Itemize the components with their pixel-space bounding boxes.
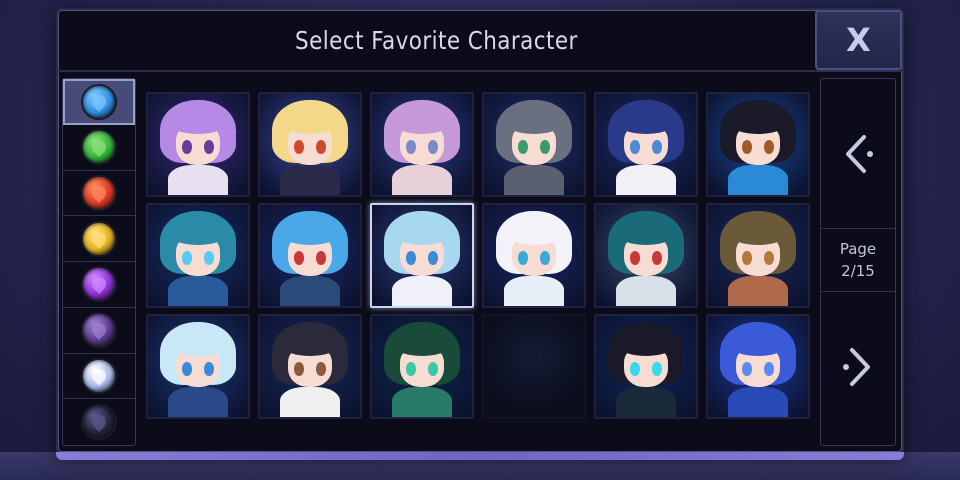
character-portrait[interactable] bbox=[594, 314, 698, 419]
element-tab-fire[interactable] bbox=[63, 171, 135, 217]
element-tab-arcane[interactable] bbox=[63, 262, 135, 308]
character-portrait[interactable] bbox=[146, 314, 250, 419]
character-portrait[interactable] bbox=[258, 203, 362, 308]
character-portrait[interactable] bbox=[370, 314, 474, 419]
element-tab-void[interactable] bbox=[63, 399, 135, 445]
page-number: 2/15 bbox=[841, 262, 875, 280]
nature-element-icon bbox=[81, 129, 117, 166]
next-page-button[interactable] bbox=[821, 291, 895, 441]
element-tab-spirit[interactable] bbox=[63, 354, 135, 400]
element-tab-light[interactable] bbox=[63, 216, 135, 263]
character-portrait[interactable] bbox=[258, 314, 362, 419]
character-portrait[interactable] bbox=[594, 92, 698, 197]
dialog-title: Select Favorite Character bbox=[294, 25, 578, 55]
arcane-element-icon bbox=[81, 266, 117, 303]
fire-element-icon bbox=[81, 174, 117, 211]
character-portrait[interactable] bbox=[594, 203, 698, 308]
dialog-header: Select Favorite Character bbox=[58, 10, 814, 70]
character-portrait[interactable] bbox=[706, 92, 810, 197]
dialog-bottom-accent bbox=[56, 452, 904, 460]
element-tab-shadow[interactable] bbox=[63, 308, 135, 354]
chevron-left-icon bbox=[846, 134, 873, 173]
water-element-icon bbox=[81, 83, 117, 120]
character-portrait[interactable] bbox=[706, 314, 810, 419]
close-button[interactable]: X bbox=[815, 10, 902, 70]
page-navigation: Page 2/15 bbox=[820, 78, 896, 446]
select-character-dialog: Select Favorite Character X Page 2/15 bbox=[56, 8, 904, 454]
close-icon: X bbox=[846, 21, 871, 59]
element-filter-tabs bbox=[62, 78, 136, 446]
character-grid bbox=[146, 92, 812, 422]
void-element-icon bbox=[81, 404, 117, 441]
element-tab-water[interactable] bbox=[63, 79, 135, 125]
character-portrait[interactable] bbox=[146, 92, 250, 197]
character-portrait[interactable] bbox=[370, 203, 474, 308]
character-portrait[interactable] bbox=[370, 92, 474, 197]
light-element-icon bbox=[81, 220, 117, 257]
header-divider bbox=[58, 70, 902, 72]
character-portrait[interactable] bbox=[258, 92, 362, 197]
character-portrait[interactable] bbox=[146, 203, 250, 308]
character-portrait[interactable] bbox=[482, 92, 586, 197]
shadow-element-icon bbox=[81, 312, 117, 349]
character-portrait[interactable] bbox=[706, 203, 810, 308]
character-portrait[interactable] bbox=[482, 203, 586, 308]
element-tab-nature[interactable] bbox=[63, 125, 135, 171]
empty-character-slot bbox=[482, 314, 586, 419]
page-indicator: Page 2/15 bbox=[821, 229, 895, 291]
chevron-right-icon bbox=[843, 347, 870, 386]
page-label: Page bbox=[839, 240, 877, 258]
spirit-element-icon bbox=[81, 357, 117, 394]
previous-page-button[interactable] bbox=[821, 79, 895, 229]
